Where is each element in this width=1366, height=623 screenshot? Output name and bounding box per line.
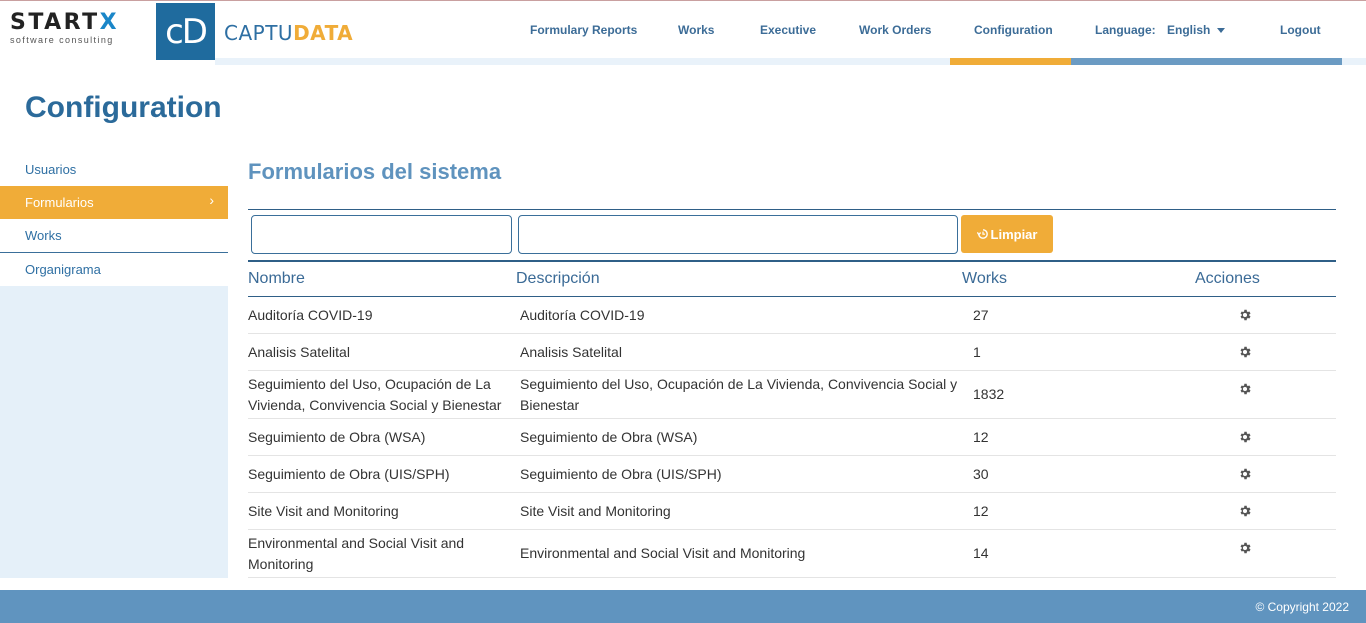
footer: © Copyright 2022 <box>0 590 1366 623</box>
gear-icon[interactable] <box>1238 504 1252 518</box>
sidebar-item-usuarios[interactable]: Usuarios <box>0 153 228 186</box>
sidebar-item-formularios[interactable]: Formularios › <box>0 186 228 219</box>
cell-works: 12 <box>973 503 989 519</box>
column-header-descripcion[interactable]: Descripción <box>516 269 600 289</box>
filter-description-input[interactable] <box>518 215 958 254</box>
sidebar-background <box>0 286 228 578</box>
gear-icon[interactable] <box>1238 382 1252 396</box>
cell-nombre: Seguimiento del Uso, Ocupación de La Viv… <box>248 376 502 413</box>
cell-works: 30 <box>973 466 989 482</box>
cell-descripcion: Site Visit and Monitoring <box>520 503 671 519</box>
table-row: Seguimiento del Uso, Ocupación de La Viv… <box>248 371 1336 419</box>
nav-formulary-reports[interactable]: Formulary Reports <box>530 22 637 38</box>
language-select[interactable]: English <box>1167 22 1210 38</box>
column-header-nombre[interactable]: Nombre <box>248 269 305 289</box>
table-row: Auditoría COVID-19 Auditoría COVID-19 27 <box>248 297 1336 334</box>
nav-works[interactable]: Works <box>678 22 714 38</box>
reset-icon <box>976 229 988 239</box>
gear-icon[interactable] <box>1238 467 1252 481</box>
caret-down-icon[interactable] <box>1217 28 1225 33</box>
column-header-works[interactable]: Works <box>962 269 1007 289</box>
nav-configuration[interactable]: Configuration <box>974 22 1053 38</box>
section-divider <box>248 209 1336 210</box>
language-label: Language: <box>1095 23 1156 37</box>
filter-name-input[interactable] <box>251 215 512 254</box>
table-row: Seguimiento de Obra (UIS/SPH) Seguimient… <box>248 456 1336 493</box>
nav-work-orders[interactable]: Work Orders <box>859 22 931 38</box>
table-row: Environmental and Social Visit and Monit… <box>248 530 1336 578</box>
cell-descripcion: Seguimiento de Obra (UIS/SPH) <box>520 466 722 482</box>
cell-works: 12 <box>973 429 989 445</box>
cell-works: 1832 <box>973 386 1005 402</box>
cell-descripcion: Seguimiento de Obra (WSA) <box>520 429 698 445</box>
sidebar-item-label: Works <box>25 228 62 243</box>
row-divider <box>248 577 1336 578</box>
cell-descripcion: Environmental and Social Visit and Monit… <box>520 545 806 561</box>
table-row: Seguimiento de Obra (WSA) Seguimiento de… <box>248 419 1336 456</box>
section-title: Formularios del sistema <box>248 159 502 184</box>
header-band-accent <box>1071 58 1342 65</box>
captudata-logo-text[interactable]: CAPTUDATA <box>224 21 353 45</box>
chevron-right-icon: › <box>209 192 214 208</box>
header-top-line <box>0 0 1366 1</box>
cell-nombre: Analisis Satelital <box>248 344 350 360</box>
gear-icon[interactable] <box>1238 430 1252 444</box>
startx-logo-word: STARTX <box>10 10 120 35</box>
table-row: Analisis Satelital Analisis Satelital 1 <box>248 334 1336 371</box>
table-row: Site Visit and Monitoring Site Visit and… <box>248 493 1336 530</box>
clear-filters-button[interactable]: Limpiar <box>961 215 1053 253</box>
gear-icon[interactable] <box>1238 541 1252 555</box>
clear-filters-label: Limpiar <box>990 226 1038 242</box>
startx-logo-tagline: software consulting <box>10 35 114 45</box>
active-nav-indicator <box>950 58 1071 65</box>
cell-nombre: Auditoría COVID-19 <box>248 307 373 323</box>
table-top-border <box>248 260 1336 262</box>
page-title: Configuration <box>25 91 222 124</box>
cell-nombre: Site Visit and Monitoring <box>248 503 399 519</box>
cell-nombre: Environmental and Social Visit and Monit… <box>248 535 465 572</box>
cell-nombre: Seguimiento de Obra (UIS/SPH) <box>248 466 450 482</box>
nav-executive[interactable]: Executive <box>760 22 816 38</box>
gear-icon[interactable] <box>1238 308 1252 322</box>
copyright-text: © Copyright 2022 <box>1255 600 1349 614</box>
startx-logo[interactable]: STARTX software consulting <box>10 12 150 46</box>
cell-works: 14 <box>973 545 989 561</box>
logout-link[interactable]: Logout <box>1280 22 1321 38</box>
sidebar-item-label: Usuarios <box>25 162 77 177</box>
cell-works: 1 <box>973 344 981 360</box>
sidebar: Usuarios Formularios › Works Organigrama <box>0 153 228 578</box>
sidebar-item-works[interactable]: Works <box>0 219 228 252</box>
cell-descripcion: Auditoría COVID-19 <box>520 307 645 323</box>
column-header-acciones: Acciones <box>1195 270 1260 287</box>
cell-works: 27 <box>973 307 989 323</box>
top-header: STARTX software consulting cD CAPTUDATA … <box>0 0 1366 65</box>
cell-descripcion: Analisis Satelital <box>520 344 622 360</box>
sidebar-item-label: Formularios <box>25 195 94 210</box>
cell-nombre: Seguimiento de Obra (WSA) <box>248 429 426 445</box>
captudata-logo-mark[interactable]: cD <box>156 3 215 60</box>
sidebar-item-organigrama[interactable]: Organigrama <box>0 253 228 286</box>
cell-descripcion: Seguimiento del Uso, Ocupación de La Viv… <box>520 376 958 413</box>
gear-icon[interactable] <box>1238 345 1252 359</box>
sidebar-item-label: Organigrama <box>25 262 101 277</box>
